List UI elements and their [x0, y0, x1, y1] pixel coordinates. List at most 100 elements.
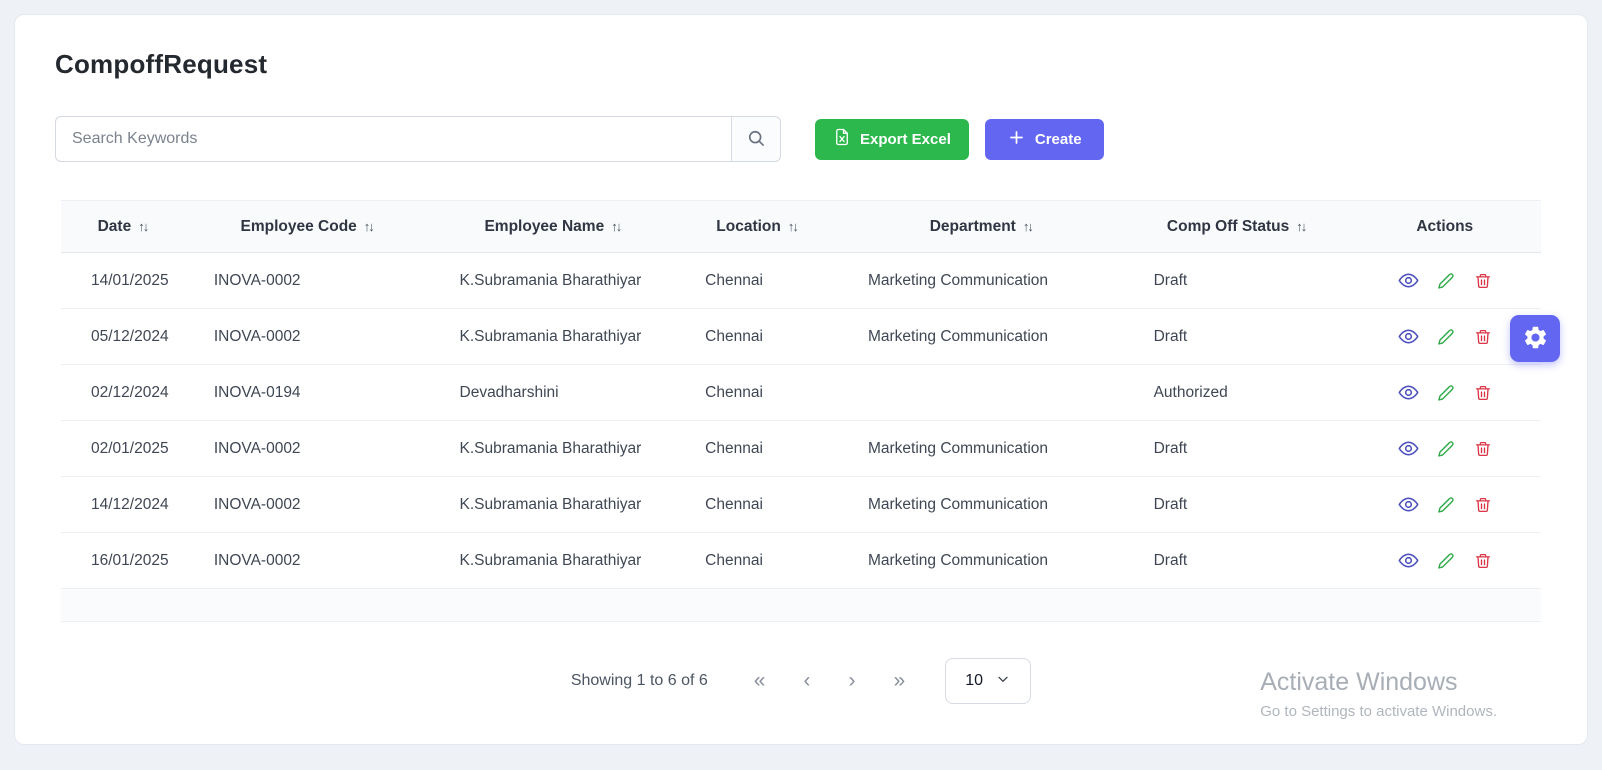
- page-title: CompoffRequest: [55, 49, 1561, 80]
- cell-actions: [1349, 253, 1541, 309]
- delete-button[interactable]: [1474, 496, 1492, 514]
- cell-department: Marketing Communication: [838, 421, 1124, 477]
- column-header[interactable]: Employee Name ↑↓: [430, 201, 676, 253]
- cell-actions: [1349, 421, 1541, 477]
- cell-location: Chennai: [675, 533, 838, 589]
- table-row: 14/12/2024 INOVA-0002 K.Subramania Bhara…: [61, 477, 1541, 533]
- edit-button[interactable]: [1437, 496, 1455, 514]
- view-button[interactable]: [1398, 550, 1419, 571]
- cell-actions: [1349, 533, 1541, 589]
- cell-department: Marketing Communication: [838, 533, 1124, 589]
- cell-employee-code: INOVA-0002: [184, 477, 430, 533]
- sort-icon: ↑↓: [364, 219, 373, 234]
- edit-button[interactable]: [1437, 552, 1455, 570]
- cell-comp-off-status: Draft: [1124, 533, 1349, 589]
- cell-department: Marketing Communication: [838, 253, 1124, 309]
- cell-comp-off-status: Draft: [1124, 477, 1349, 533]
- column-header-label: Employee Name: [484, 218, 604, 235]
- cell-date: 14/12/2024: [61, 477, 184, 533]
- page-size-value: 10: [965, 672, 983, 690]
- cell-location: Chennai: [675, 309, 838, 365]
- cell-actions: [1349, 477, 1541, 533]
- sort-icon: ↑↓: [1023, 219, 1032, 234]
- first-page-button[interactable]: «: [750, 669, 770, 693]
- column-header-label: Employee Code: [241, 218, 357, 235]
- delete-button[interactable]: [1474, 440, 1492, 458]
- column-header[interactable]: Date↑↓: [61, 201, 184, 253]
- view-button[interactable]: [1398, 270, 1419, 291]
- cell-date: 05/12/2024: [61, 309, 184, 365]
- cell-date: 02/01/2025: [61, 421, 184, 477]
- gear-icon: [1522, 324, 1549, 354]
- sort-icon: ↑↓: [611, 219, 620, 234]
- settings-fab-button[interactable]: [1510, 315, 1560, 362]
- table-footer-strip: [61, 589, 1541, 622]
- column-header-label: Comp Off Status: [1167, 218, 1289, 235]
- export-excel-label: Export Excel: [860, 131, 951, 148]
- edit-button[interactable]: [1437, 272, 1455, 290]
- cell-employee-name: K.Subramania Bharathiyar: [430, 421, 676, 477]
- search-input[interactable]: [55, 116, 731, 162]
- cell-location: Chennai: [675, 365, 838, 421]
- cell-employee-name: K.Subramania Bharathiyar: [430, 477, 676, 533]
- table-row: 05/12/2024 INOVA-0002 K.Subramania Bhara…: [61, 309, 1541, 365]
- column-header-label: Actions: [1416, 218, 1473, 235]
- cell-employee-code: INOVA-0002: [184, 421, 430, 477]
- cell-employee-name: K.Subramania Bharathiyar: [430, 533, 676, 589]
- table-header-row: Date↑↓ Employee Code ↑↓ Employee Name ↑↓ L…: [61, 201, 1541, 253]
- view-button[interactable]: [1398, 438, 1419, 459]
- plus-icon: [1007, 128, 1026, 151]
- cell-employee-code: INOVA-0002: [184, 309, 430, 365]
- column-header[interactable]: Employee Code ↑↓: [184, 201, 430, 253]
- cell-employee-code: INOVA-0002: [184, 253, 430, 309]
- next-page-button[interactable]: ›: [844, 669, 859, 693]
- last-page-button[interactable]: »: [889, 669, 909, 693]
- cell-department: Marketing Communication: [838, 309, 1124, 365]
- edit-button[interactable]: [1437, 384, 1455, 402]
- delete-button[interactable]: [1474, 552, 1492, 570]
- view-button[interactable]: [1398, 382, 1419, 403]
- cell-comp-off-status: Draft: [1124, 309, 1349, 365]
- cell-location: Chennai: [675, 253, 838, 309]
- table-row: 14/01/2025 INOVA-0002 K.Subramania Bhara…: [61, 253, 1541, 309]
- table-row: 02/12/2024 INOVA-0194 Devadharshini Chen…: [61, 365, 1541, 421]
- sort-icon: ↑↓: [788, 219, 797, 234]
- cell-comp-off-status: Authorized: [1124, 365, 1349, 421]
- page-size-select[interactable]: 10: [945, 658, 1031, 704]
- create-button[interactable]: Create: [985, 119, 1104, 160]
- pagination: Showing 1 to 6 of 6 « ‹ › » 10: [41, 658, 1561, 704]
- column-header[interactable]: Location↑↓: [675, 201, 838, 253]
- edit-button[interactable]: [1437, 440, 1455, 458]
- cell-comp-off-status: Draft: [1124, 253, 1349, 309]
- cell-actions: [1349, 365, 1541, 421]
- edit-button[interactable]: [1437, 328, 1455, 346]
- cell-department: Marketing Communication: [838, 477, 1124, 533]
- toolbar: Export Excel Create: [55, 116, 1561, 162]
- delete-button[interactable]: [1474, 328, 1492, 346]
- export-excel-button[interactable]: Export Excel: [815, 119, 969, 160]
- cell-comp-off-status: Draft: [1124, 421, 1349, 477]
- sort-icon: ↑↓: [1296, 219, 1305, 234]
- cell-date: 02/12/2024: [61, 365, 184, 421]
- column-header[interactable]: Department ↑↓: [838, 201, 1124, 253]
- column-header[interactable]: Comp Off Status ↑↓: [1124, 201, 1349, 253]
- search-button[interactable]: [731, 116, 781, 162]
- search-icon: [746, 128, 766, 151]
- previous-page-button[interactable]: ‹: [799, 669, 814, 693]
- excel-file-icon: [833, 128, 851, 150]
- cell-date: 16/01/2025: [61, 533, 184, 589]
- sort-icon: ↑↓: [138, 219, 147, 234]
- cell-date: 14/01/2025: [61, 253, 184, 309]
- column-header: Actions: [1349, 201, 1541, 253]
- delete-button[interactable]: [1474, 384, 1492, 402]
- cell-department: [838, 365, 1124, 421]
- compoff-table-wrap: Date↑↓ Employee Code ↑↓ Employee Name ↑↓ L…: [61, 200, 1541, 589]
- cell-location: Chennai: [675, 477, 838, 533]
- delete-button[interactable]: [1474, 272, 1492, 290]
- view-button[interactable]: [1398, 326, 1419, 347]
- cell-location: Chennai: [675, 421, 838, 477]
- compoff-table: Date↑↓ Employee Code ↑↓ Employee Name ↑↓ L…: [61, 200, 1541, 589]
- pagination-summary: Showing 1 to 6 of 6: [571, 672, 708, 690]
- view-button[interactable]: [1398, 494, 1419, 515]
- column-header-label: Department: [930, 218, 1016, 235]
